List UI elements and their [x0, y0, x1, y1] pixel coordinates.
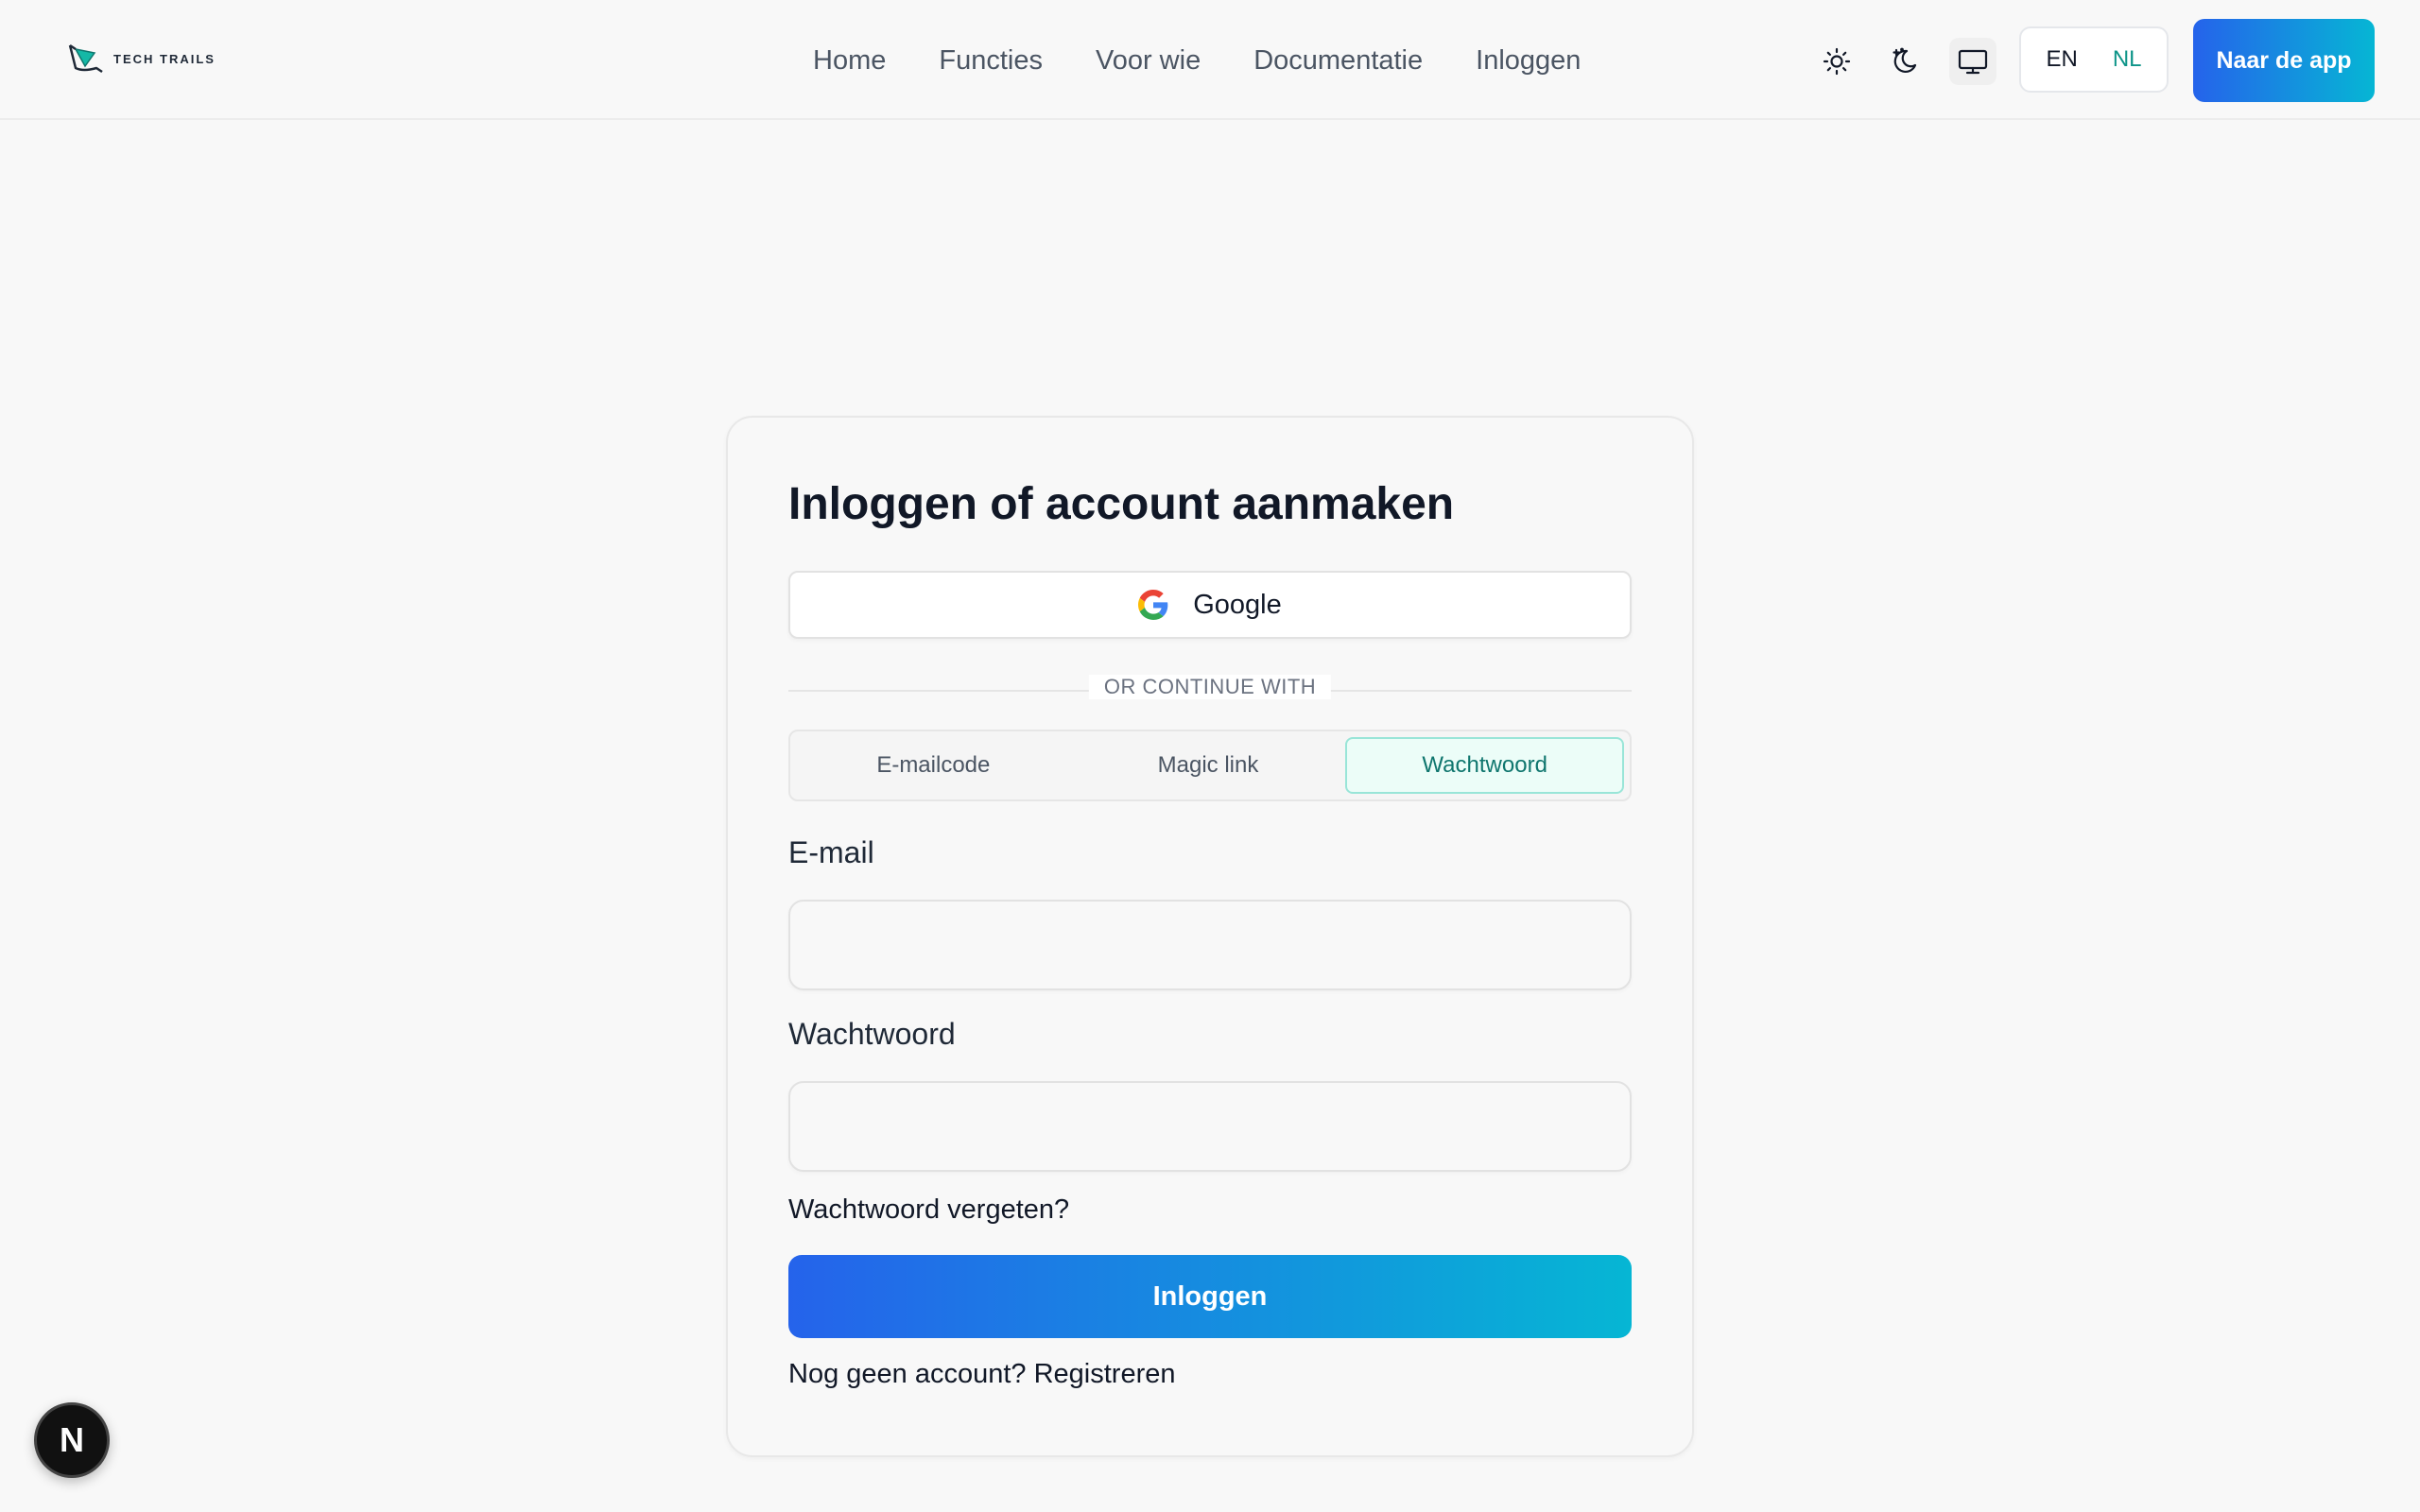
password-label: Wachtwoord — [788, 1017, 956, 1051]
theme-system-button[interactable] — [1949, 38, 1996, 85]
tab-password[interactable]: Wachtwoord — [1345, 737, 1625, 794]
auth-card: Inloggen of account aanmaken Google OR C… — [726, 416, 1694, 1457]
nav-inloggen[interactable]: Inloggen — [1476, 45, 1581, 77]
auth-title: Inloggen of account aanmaken — [788, 479, 1455, 529]
language-option-nl[interactable]: NL — [2113, 46, 2142, 73]
email-field[interactable] — [788, 900, 1632, 990]
forgot-password-link[interactable]: Wachtwoord vergeten? — [788, 1194, 1069, 1226]
go-to-app-button[interactable]: Naar de app — [2193, 19, 2375, 102]
tab-email-code[interactable]: E-mailcode — [796, 737, 1071, 794]
google-signin-label: Google — [1193, 589, 1282, 620]
theme-dark-button[interactable] — [1881, 38, 1928, 85]
language-option-en[interactable]: EN — [2046, 46, 2077, 73]
moon-icon — [1893, 47, 1917, 74]
language-switcher: EN NL — [2019, 26, 2169, 93]
brand-logo-icon — [68, 43, 103, 74]
email-label: E-mail — [788, 835, 874, 869]
nav-documentatie[interactable]: Documentatie — [1253, 45, 1423, 77]
google-signin-button[interactable]: Google — [788, 571, 1632, 639]
nav-home[interactable]: Home — [813, 45, 886, 77]
site-header: TECH TRAILS Home Functies Voor wie Docum… — [0, 0, 2420, 120]
nav-functies[interactable]: Functies — [939, 45, 1043, 77]
auth-method-tabs: E-mailcode Magic link Wachtwoord — [788, 730, 1632, 801]
register-link[interactable]: Nog geen account? Registreren — [788, 1359, 1175, 1390]
or-divider: OR CONTINUE WITH — [788, 671, 1632, 709]
divider-text: OR CONTINUE WITH — [1088, 675, 1332, 699]
google-icon — [1138, 590, 1168, 620]
nextjs-dev-badge[interactable]: N — [34, 1402, 110, 1478]
login-submit-button[interactable]: Inloggen — [788, 1255, 1632, 1338]
monitor-icon — [1958, 49, 1988, 75]
sun-icon — [1823, 47, 1851, 76]
theme-light-button[interactable] — [1813, 38, 1860, 85]
brand-logo[interactable]: TECH TRAILS — [66, 40, 216, 77]
nav-voor-wie[interactable]: Voor wie — [1096, 45, 1201, 77]
nextjs-badge-label: N — [60, 1420, 84, 1459]
tab-magic-link[interactable]: Magic link — [1071, 737, 1346, 794]
main-nav: Home Functies Voor wie Documentatie Inlo… — [813, 38, 1581, 83]
password-field[interactable] — [788, 1081, 1632, 1172]
brand-name: TECH TRAILS — [113, 51, 216, 66]
